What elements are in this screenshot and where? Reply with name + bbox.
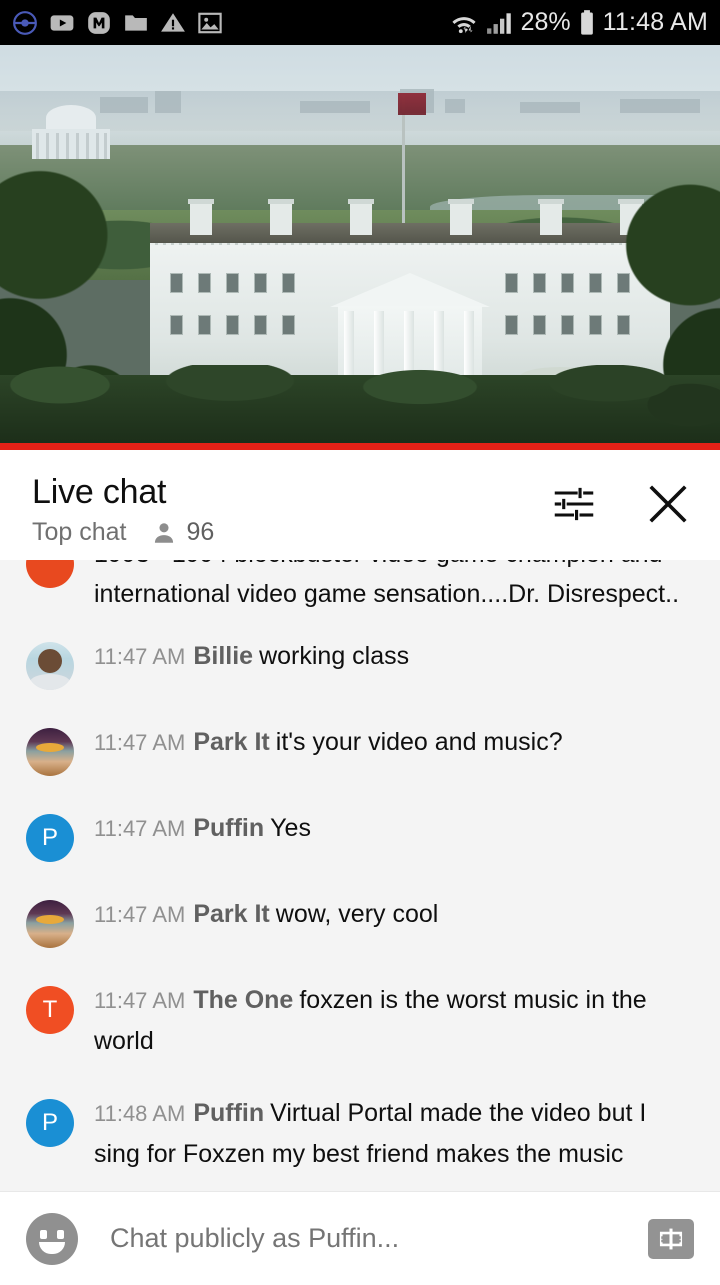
pokeball-icon: [13, 10, 37, 35]
message-text: Yes: [270, 814, 311, 842]
list-item[interactable]: P 11:47 AM Puffin Yes: [0, 792, 720, 878]
message-body: 11:47 AM Park It wow, very cool: [74, 894, 698, 935]
message-author[interactable]: Puffin: [193, 1099, 264, 1127]
message-timestamp: 11:48 AM: [94, 1101, 186, 1126]
message-text: it's your video and music?: [275, 728, 563, 756]
list-item[interactable]: 11:47 AM Park It it's your video and music…: [0, 706, 720, 792]
list-item[interactable]: 11:47 AM Park It wow, very cool: [0, 878, 720, 964]
folder-icon: [125, 14, 147, 31]
m-app-icon: [88, 11, 110, 34]
message-author[interactable]: The One: [193, 986, 293, 1014]
avatar[interactable]: [26, 728, 74, 776]
chat-message-list[interactable]: 1993 - 1994 blockbuster video game champ…: [0, 560, 720, 1191]
avatar[interactable]: P: [26, 1099, 74, 1147]
avatar[interactable]: [26, 900, 74, 948]
avatar[interactable]: P: [26, 814, 74, 862]
youtube-play-icon: [50, 14, 74, 31]
message-timestamp: 11:47 AM: [94, 730, 186, 755]
message-text: international video game sensation....Dr…: [94, 580, 680, 608]
message-body: 11:47 AM The One foxzen is the worst music…: [74, 980, 698, 1061]
message-body: 11:47 AM Puffin Yes: [74, 808, 698, 849]
live-chat-header: Live chat Top chat 96: [0, 450, 720, 560]
video-player[interactable]: [0, 45, 720, 450]
status-bar-notification-icons: [12, 10, 223, 36]
message-timestamp: 11:47 AM: [94, 816, 186, 841]
message-timestamp: 11:47 AM: [94, 902, 186, 927]
avatar-initial: P: [41, 824, 58, 851]
image-icon: [198, 12, 222, 33]
avatar[interactable]: T: [26, 986, 74, 1034]
message-timestamp: 11:47 AM: [94, 988, 186, 1013]
message-author[interactable]: Park It: [193, 728, 269, 756]
wifi-transfer-icon: [452, 16, 476, 33]
superchat-button[interactable]: [648, 1218, 694, 1259]
chat-mode-label: Top chat: [32, 518, 127, 546]
avatar-initial: P: [41, 1109, 58, 1136]
message-body: 11:47 AM Billie working class: [74, 636, 698, 677]
list-item[interactable]: P 11:48 AMPuffinRacists HATE Foxzen: [0, 1190, 720, 1191]
list-item[interactable]: P 11:48 AM Puffin Virtual Portal made the …: [0, 1077, 720, 1190]
chat-settings-button[interactable]: [548, 478, 600, 530]
message-text: wow, very cool: [275, 900, 439, 928]
viewer-count-label: 96: [186, 518, 215, 546]
close-chat-button[interactable]: [642, 478, 694, 530]
message-body: 11:48 AM Puffin Virtual Portal made the vi…: [74, 1093, 698, 1174]
battery-icon: [580, 9, 593, 35]
message-body: 11:47 AM Park It it's your video and music…: [74, 722, 698, 763]
emoji-smiley-icon[interactable]: [26, 1212, 78, 1265]
list-item[interactable]: T 11:47 AM The One foxzen is the worst mus…: [0, 964, 720, 1077]
chat-input[interactable]: [78, 1223, 648, 1254]
message-author[interactable]: Park It: [193, 900, 269, 928]
avatar[interactable]: [26, 642, 74, 690]
message-author[interactable]: Puffin: [193, 814, 264, 842]
chat-header-actions: [548, 478, 694, 530]
person-icon: [154, 522, 173, 543]
avatar-initial: T: [42, 996, 58, 1023]
warning-triangle-icon: [161, 12, 185, 32]
clock-label: 11:48 AM: [602, 8, 708, 36]
message-timestamp: 11:47 AM: [94, 644, 186, 669]
message-text: working class: [259, 642, 410, 670]
list-item[interactable]: 11:47 AM Billie working class: [0, 620, 720, 706]
list-item[interactable]: 1993 - 1994 blockbuster video game champ…: [0, 560, 720, 620]
tune-sliders-icon: [554, 487, 594, 521]
cellular-signal-icon: [486, 12, 511, 34]
status-bar: 28% 11:48 AM: [0, 0, 720, 45]
superchat-dollar-icon: [659, 1228, 683, 1249]
video-progress-bar[interactable]: [0, 443, 720, 450]
message-body: 1993 - 1994 blockbuster video game champ…: [74, 560, 698, 614]
message-text-line1: 1993 - 1994 blockbuster video game champ…: [94, 560, 662, 568]
avatar[interactable]: [26, 560, 74, 588]
status-bar-system-icons: 28% 11:48 AM: [449, 8, 708, 37]
message-author[interactable]: Billie: [193, 642, 253, 670]
battery-percent-label: 28%: [520, 8, 571, 36]
video-foreground-foliage: [0, 365, 720, 450]
chat-composer: [0, 1191, 720, 1285]
close-x-icon: [649, 485, 687, 523]
